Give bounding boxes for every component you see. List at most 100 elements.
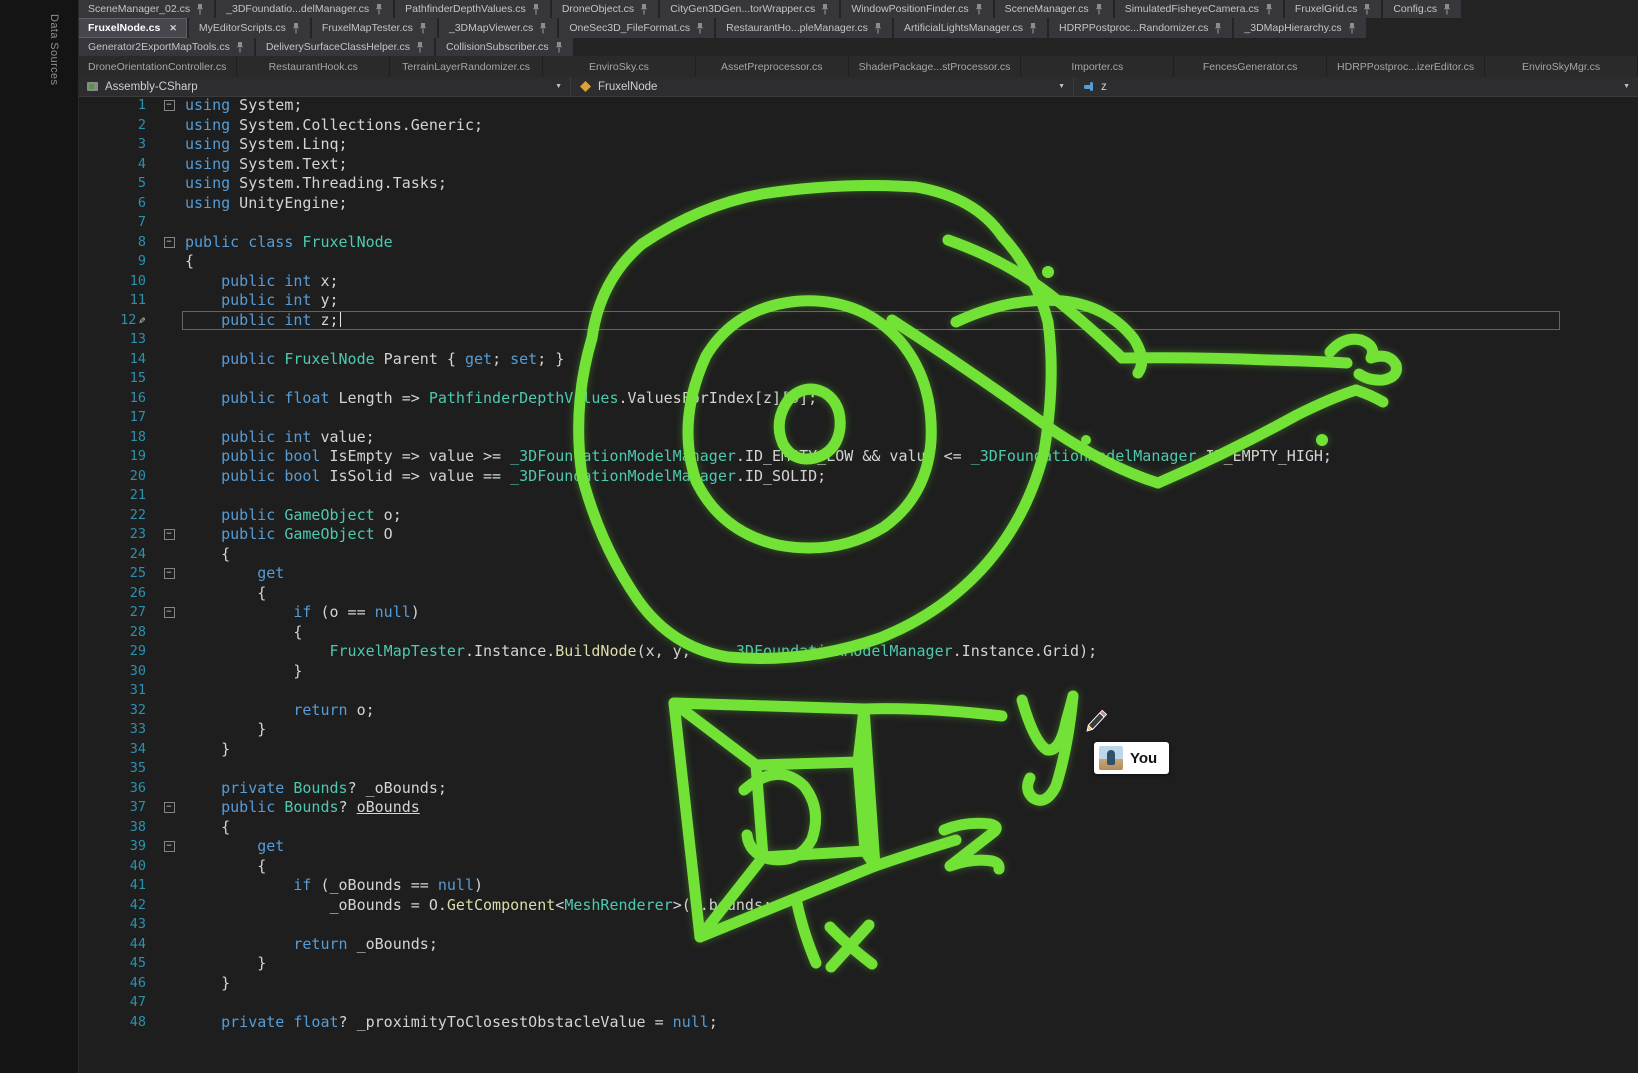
- code-line-38[interactable]: 38 {: [78, 818, 1638, 838]
- tab-envirosky-cs[interactable]: EnviroSky.cs: [543, 56, 696, 77]
- code-line-48[interactable]: 48 private float? _proximityToClosestObs…: [78, 1013, 1638, 1033]
- tab-importer-cs[interactable]: Importer.cs: [1021, 56, 1174, 77]
- code-line-45[interactable]: 45 }: [78, 954, 1638, 974]
- tab-fruxelmaptester-cs[interactable]: FruxelMapTester.cs: [312, 18, 437, 38]
- code-line-42[interactable]: 42 _oBounds = O.GetComponent<MeshRendere…: [78, 896, 1638, 916]
- code-line-1[interactable]: 1−using System;: [78, 96, 1638, 116]
- tab--3dfoundatio-delmanager-cs[interactable]: _3DFoundatio...delManager.cs: [216, 0, 393, 18]
- code-line-5[interactable]: 5using System.Threading.Tasks;: [78, 174, 1638, 194]
- code-line-39[interactable]: 39− get: [78, 837, 1638, 857]
- tab-droneorientationcontroller-cs[interactable]: DroneOrientationController.cs: [78, 56, 237, 77]
- code-line-34[interactable]: 34 }: [78, 740, 1638, 760]
- tab-citygen3dgen-torwrapper-cs[interactable]: CityGen3DGen...torWrapper.cs: [660, 0, 839, 18]
- tab-artificiallightsmanager-cs[interactable]: ArtificialLightsManager.cs: [894, 18, 1047, 38]
- line-number: 35: [78, 759, 156, 779]
- tab-fruxelnode-cs[interactable]: FruxelNode.cs✕: [78, 18, 187, 38]
- code-editor[interactable]: 1−using System;2using System.Collections…: [78, 96, 1638, 1073]
- code-line-16[interactable]: 16 public float Length => PathfinderDept…: [78, 389, 1638, 409]
- tab-enviroskymgr-cs[interactable]: EnviroSkyMgr.cs: [1485, 56, 1638, 77]
- code-line-12[interactable]: 12✎ public int z;: [78, 311, 1638, 331]
- tab-simulatedfisheyecamera-cs[interactable]: SimulatedFisheyeCamera.cs: [1115, 0, 1283, 18]
- tab-restaurantho-plemanager-cs[interactable]: RestaurantHo...pleManager.cs: [716, 18, 892, 38]
- fold-collapse-icon[interactable]: −: [164, 568, 175, 579]
- tab--3dmapviewer-cs[interactable]: _3DMapViewer.cs: [439, 18, 557, 38]
- tab--3dmaphierarchy-cs[interactable]: _3DMapHierarchy.cs: [1234, 18, 1365, 38]
- code-line-22[interactable]: 22 public GameObject o;: [78, 506, 1638, 526]
- tab-droneobject-cs[interactable]: DroneObject.cs: [552, 0, 658, 18]
- code-line-19[interactable]: 19 public bool IsEmpty => value >= _3DFo…: [78, 447, 1638, 467]
- code-line-3[interactable]: 3using System.Linq;: [78, 135, 1638, 155]
- fold-collapse-icon[interactable]: −: [164, 841, 175, 852]
- code-line-13[interactable]: 13: [78, 330, 1638, 350]
- code-line-24[interactable]: 24 {: [78, 545, 1638, 565]
- code-line-44[interactable]: 44 return _oBounds;: [78, 935, 1638, 955]
- tab-restauranthook-cs[interactable]: RestaurantHook.cs: [237, 56, 390, 77]
- code-line-10[interactable]: 10 public int x;: [78, 272, 1638, 292]
- tab-pathfinderdepthvalues-cs[interactable]: PathfinderDepthValues.cs: [395, 0, 550, 18]
- tab-fruxelgrid-cs[interactable]: FruxelGrid.cs: [1285, 0, 1381, 18]
- tab-config-cs[interactable]: Config.cs: [1383, 0, 1461, 18]
- fold-collapse-icon[interactable]: −: [164, 607, 175, 618]
- tab-scenemanager-cs[interactable]: SceneManager.cs: [995, 0, 1113, 18]
- code-line-29[interactable]: 29 FruxelMapTester.Instance.BuildNode(x,…: [78, 642, 1638, 662]
- code-line-9[interactable]: 9{: [78, 252, 1638, 272]
- code-line-27[interactable]: 27− if (o == null): [78, 603, 1638, 623]
- tab-windowpositionfinder-cs[interactable]: WindowPositionFinder.cs: [841, 0, 992, 18]
- code-line-25[interactable]: 25− get: [78, 564, 1638, 584]
- fold-collapse-icon[interactable]: −: [164, 529, 175, 540]
- code-text: public bool IsSolid => value == _3DFound…: [182, 467, 1560, 487]
- code-line-47[interactable]: 47: [78, 993, 1638, 1013]
- tab-fencesgenerator-cs[interactable]: FencesGenerator.cs: [1174, 56, 1327, 77]
- code-line-40[interactable]: 40 {: [78, 857, 1638, 877]
- code-line-11[interactable]: 11 public int y;: [78, 291, 1638, 311]
- close-icon[interactable]: ✕: [169, 23, 177, 34]
- code-line-28[interactable]: 28 {: [78, 623, 1638, 643]
- member-dropdown[interactable]: z ▼: [1074, 77, 1638, 96]
- fold-collapse-icon[interactable]: −: [164, 802, 175, 813]
- tab-label: DroneOrientationController.cs: [88, 61, 226, 73]
- code-line-46[interactable]: 46 }: [78, 974, 1638, 994]
- code-line-2[interactable]: 2using System.Collections.Generic;: [78, 116, 1638, 136]
- code-line-8[interactable]: 8−public class FruxelNode: [78, 233, 1638, 253]
- fold-column: [156, 818, 182, 838]
- tab-collisionsubscriber-cs[interactable]: CollisionSubscriber.cs: [436, 38, 573, 56]
- data-sources-vertical-tab[interactable]: Data Sources: [48, 14, 60, 85]
- code-line-31[interactable]: 31: [78, 681, 1638, 701]
- fold-collapse-icon[interactable]: −: [164, 100, 175, 111]
- tab-deliverysurfaceclasshelper-cs[interactable]: DeliverySurfaceClassHelper.cs: [256, 38, 434, 56]
- code-line-21[interactable]: 21: [78, 486, 1638, 506]
- tab-row-1: SceneManager_02.cs_3DFoundatio...delMana…: [78, 0, 1638, 18]
- code-line-7[interactable]: 7: [78, 213, 1638, 233]
- tab-terrainlayerrandomizer-cs[interactable]: TerrainLayerRandomizer.cs: [390, 56, 543, 77]
- code-line-26[interactable]: 26 {: [78, 584, 1638, 604]
- code-text: }: [182, 662, 1560, 682]
- code-line-23[interactable]: 23− public GameObject O: [78, 525, 1638, 545]
- class-dropdown[interactable]: FruxelNode ▼: [571, 77, 1074, 96]
- code-line-35[interactable]: 35: [78, 759, 1638, 779]
- tab-generator2exportmaptools-cs[interactable]: Generator2ExportMapTools.cs: [78, 38, 254, 56]
- code-line-4[interactable]: 4using System.Text;: [78, 155, 1638, 175]
- code-line-15[interactable]: 15: [78, 369, 1638, 389]
- tab-myeditorscripts-cs[interactable]: MyEditorScripts.cs: [189, 18, 310, 38]
- tab-hdrppostproc-izereditor-cs[interactable]: HDRPPostproc...izerEditor.cs: [1327, 56, 1485, 77]
- tab-hdrppostproc-randomizer-cs[interactable]: HDRPPostproc...Randomizer.cs: [1049, 18, 1232, 38]
- code-line-41[interactable]: 41 if (_oBounds == null): [78, 876, 1638, 896]
- code-line-6[interactable]: 6using UnityEngine;: [78, 194, 1638, 214]
- code-line-30[interactable]: 30 }: [78, 662, 1638, 682]
- line-number: 4: [78, 155, 156, 175]
- tab-onesec3d-fileformat-cs[interactable]: OneSec3D_FileFormat.cs: [559, 18, 714, 38]
- tab-scenemanager-02-cs[interactable]: SceneManager_02.cs: [78, 0, 214, 18]
- code-line-33[interactable]: 33 }: [78, 720, 1638, 740]
- code-line-32[interactable]: 32 return o;: [78, 701, 1638, 721]
- tab-assetpreprocessor-cs[interactable]: AssetPreprocessor.cs: [696, 56, 849, 77]
- code-line-20[interactable]: 20 public bool IsSolid => value == _3DFo…: [78, 467, 1638, 487]
- code-line-14[interactable]: 14 public FruxelNode Parent { get; set; …: [78, 350, 1638, 370]
- project-dropdown[interactable]: Assembly-CSharp ▼: [78, 77, 571, 96]
- code-line-36[interactable]: 36 private Bounds? _oBounds;: [78, 779, 1638, 799]
- code-line-18[interactable]: 18 public int value;: [78, 428, 1638, 448]
- fold-collapse-icon[interactable]: −: [164, 237, 175, 248]
- tab-shaderpackage-stprocessor-cs[interactable]: ShaderPackage...stProcessor.cs: [849, 56, 1022, 77]
- code-line-37[interactable]: 37− public Bounds? oBounds: [78, 798, 1638, 818]
- code-line-17[interactable]: 17: [78, 408, 1638, 428]
- code-line-43[interactable]: 43: [78, 915, 1638, 935]
